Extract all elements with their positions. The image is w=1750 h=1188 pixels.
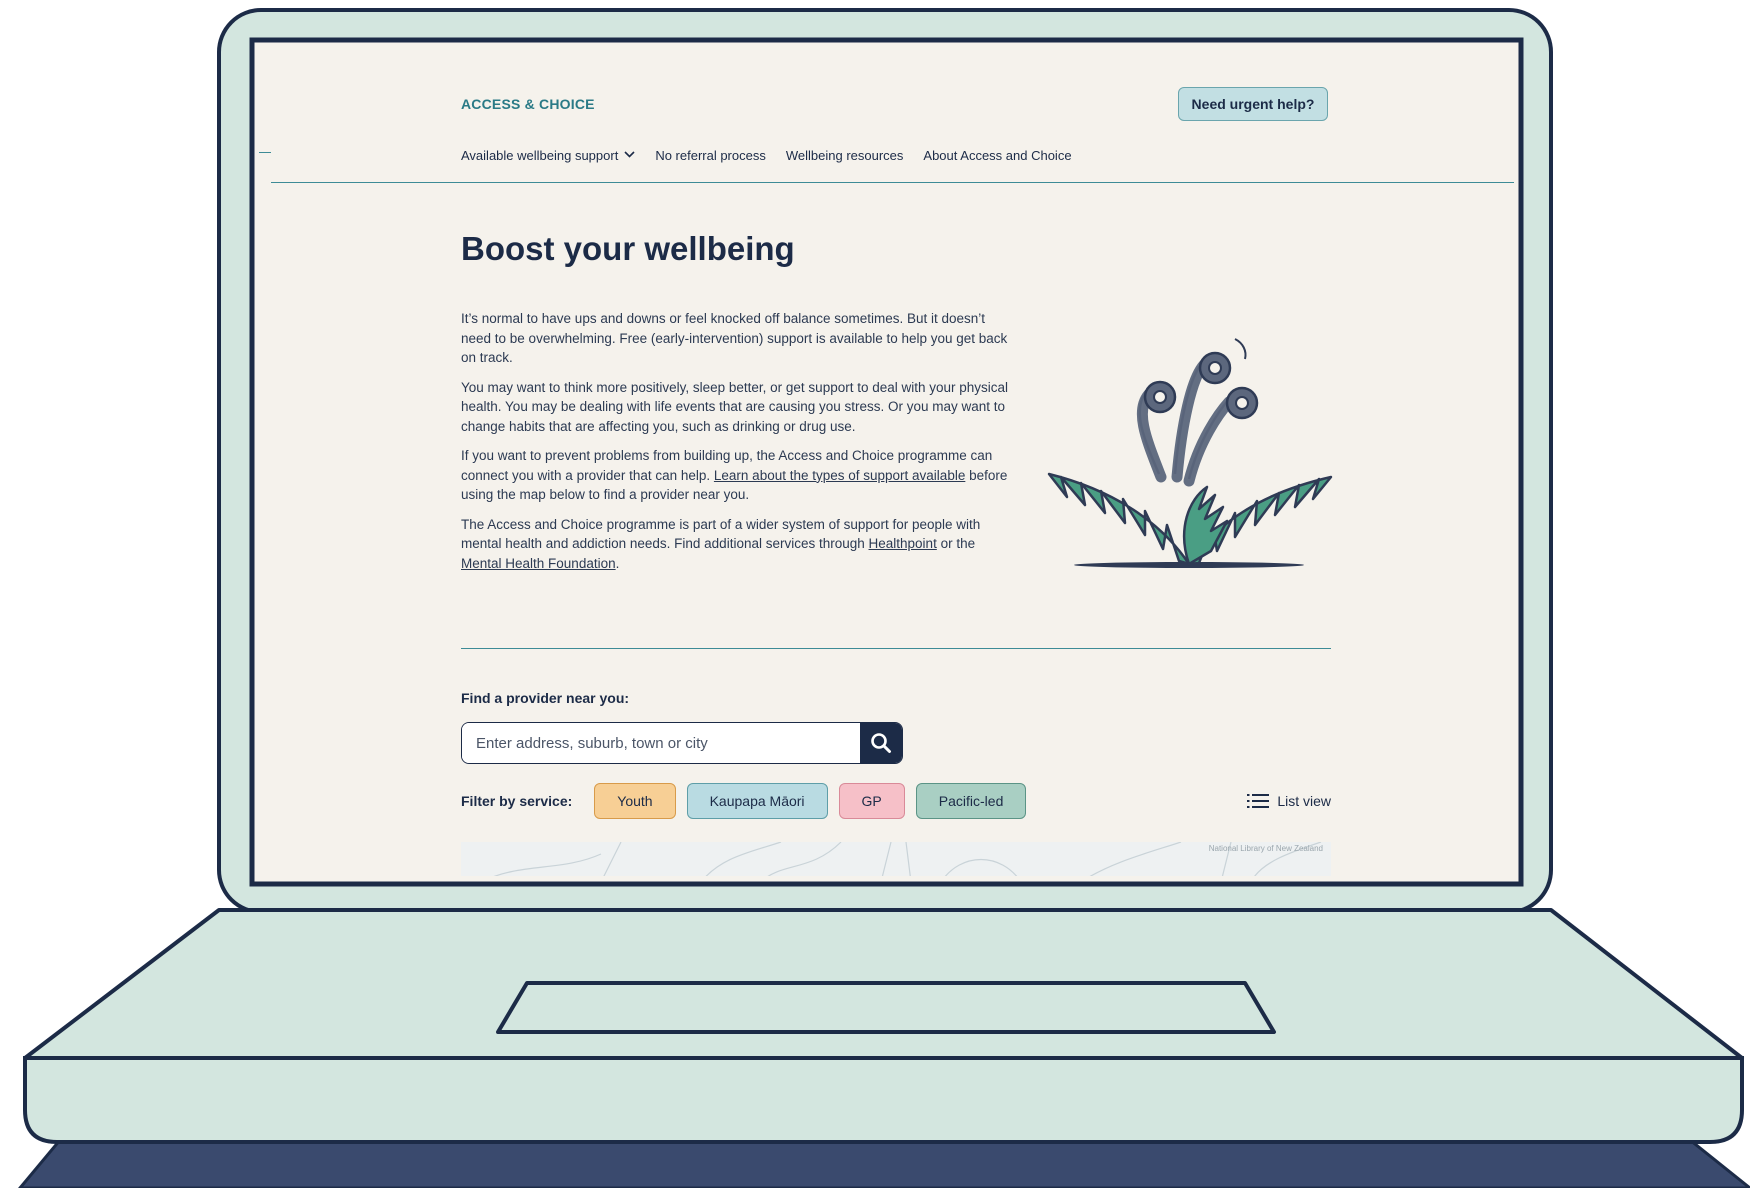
provider-map[interactable]: National Library of New Zealand bbox=[461, 842, 1331, 876]
nav-item-label: Available wellbeing support bbox=[461, 148, 619, 163]
intro-paragraph-4: The Access and Choice programme is part … bbox=[461, 515, 1011, 574]
list-view-toggle[interactable]: List view bbox=[1247, 793, 1331, 809]
page-title: Boost your wellbeing bbox=[461, 230, 795, 267]
provider-search bbox=[461, 722, 903, 764]
nav-item-about[interactable]: About Access and Choice bbox=[923, 148, 1071, 163]
mental-health-foundation-link[interactable]: Mental Health Foundation bbox=[461, 556, 616, 571]
paragraph-text: . bbox=[615, 555, 620, 571]
map-streets bbox=[493, 842, 1322, 876]
nav-item-available-wellbeing-support[interactable]: Available wellbeing support bbox=[461, 148, 635, 163]
filter-label: Filter by service: bbox=[461, 793, 573, 809]
intro-paragraph-3: If you want to prevent problems from bui… bbox=[461, 446, 1011, 505]
filter-row: Filter by service: Youth Kaupapa Māori G… bbox=[461, 782, 1331, 820]
intro-paragraph-1: It’s normal to have ups and downs or fee… bbox=[461, 311, 1008, 365]
filter-chip-youth[interactable]: Youth bbox=[594, 783, 676, 819]
nav-divider bbox=[271, 182, 1514, 183]
list-icon bbox=[1247, 794, 1270, 808]
find-provider-label: Find a provider near you: bbox=[461, 690, 630, 706]
nav-item-no-referral-process[interactable]: No referral process bbox=[655, 148, 766, 163]
nav-divider-left bbox=[259, 152, 271, 153]
filter-chip-kaupapa-maori[interactable]: Kaupapa Māori bbox=[686, 783, 828, 819]
urgent-help-button[interactable]: Need urgent help? bbox=[1178, 87, 1328, 121]
healthpoint-link[interactable]: Healthpoint bbox=[869, 536, 937, 551]
laptop-illustration: ACCESS & CHOICE Need urgent help? Availa… bbox=[0, 0, 1750, 1188]
intro-text: It’s normal to have ups and downs or fee… bbox=[461, 309, 1011, 583]
search-button[interactable] bbox=[860, 723, 902, 763]
filter-chip-pacific-led[interactable]: Pacific-led bbox=[915, 783, 1027, 819]
fern-koru-illustration bbox=[1047, 338, 1333, 568]
list-view-label: List view bbox=[1277, 793, 1331, 809]
filter-chip-gp[interactable]: GP bbox=[838, 783, 905, 819]
section-divider bbox=[461, 648, 1331, 649]
support-types-link[interactable]: Learn about the types of support availab… bbox=[714, 468, 965, 483]
paragraph-text: or the bbox=[936, 536, 976, 551]
site-logo[interactable]: ACCESS & CHOICE bbox=[461, 96, 595, 112]
intro-paragraph-2: You may want to think more positively, s… bbox=[461, 379, 1009, 434]
main-nav: Available wellbeing support No referral … bbox=[461, 148, 1072, 163]
browser-viewport: ACCESS & CHOICE Need urgent help? Availa… bbox=[259, 44, 1514, 876]
nav-item-wellbeing-resources[interactable]: Wellbeing resources bbox=[786, 148, 904, 163]
chevron-down-icon bbox=[624, 150, 635, 161]
map-attribution: National Library of New Zealand bbox=[1208, 844, 1323, 853]
location-search-input[interactable] bbox=[462, 723, 860, 763]
search-icon bbox=[871, 733, 891, 753]
